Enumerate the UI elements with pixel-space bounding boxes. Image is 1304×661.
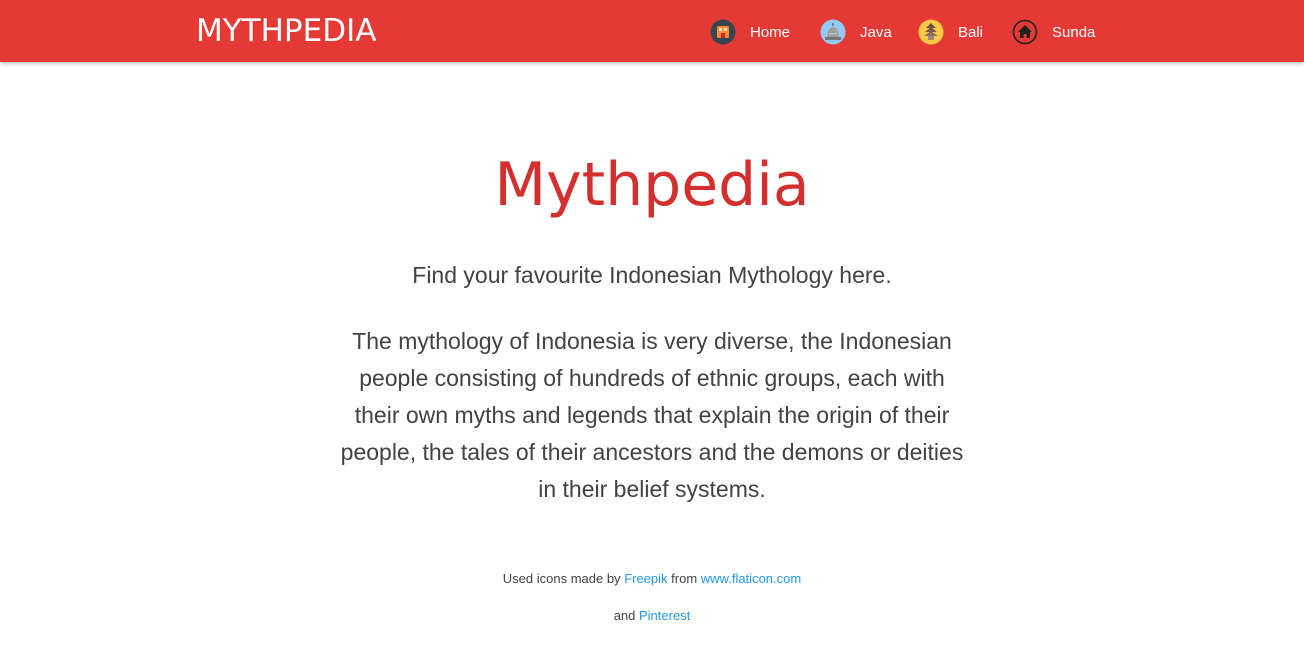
- home-icon: [710, 19, 736, 45]
- nav-item-home-label: Home: [750, 23, 791, 41]
- credits-from-text: from: [667, 571, 701, 586]
- nav-item-bali[interactable]: Bali: [918, 16, 983, 48]
- icon-credits: Used icons made by Freepik from www.flat…: [0, 568, 1304, 627]
- top-navbar: MYTHPEDIA Home Java Bali Sunda: [0, 0, 1304, 62]
- bali-temple-icon: [918, 19, 944, 45]
- page-subtitle: Find your favourite Indonesian Mythology…: [412, 262, 892, 288]
- credits-line-2: and Pinterest: [0, 605, 1304, 627]
- nav-item-sunda[interactable]: Sunda: [1012, 16, 1095, 48]
- brand-logo-link[interactable]: MYTHPEDIA: [196, 13, 376, 49]
- credits-line-1: Used icons made by Freepik from www.flat…: [0, 568, 1304, 590]
- intro-paragraph: The mythology of Indonesia is very diver…: [340, 328, 964, 502]
- pinterest-link[interactable]: Pinterest: [639, 608, 690, 623]
- java-temple-icon: [820, 19, 846, 45]
- flaticon-link[interactable]: www.flaticon.com: [701, 571, 801, 586]
- credits-prefix: Used icons made by: [502, 571, 625, 586]
- nav-item-java[interactable]: Java: [820, 16, 892, 48]
- freepik-link[interactable]: Freepik: [624, 571, 667, 586]
- nav-item-java-label: Java: [860, 23, 892, 41]
- nav-item-sunda-label: Sunda: [1052, 23, 1096, 41]
- nav-item-bali-label: Bali: [958, 23, 984, 41]
- sunda-house-icon: [1012, 19, 1038, 45]
- page-title: Mythpedia: [494, 150, 810, 220]
- credits-and-text: and: [613, 608, 639, 623]
- nav-item-home[interactable]: Home: [710, 16, 790, 48]
